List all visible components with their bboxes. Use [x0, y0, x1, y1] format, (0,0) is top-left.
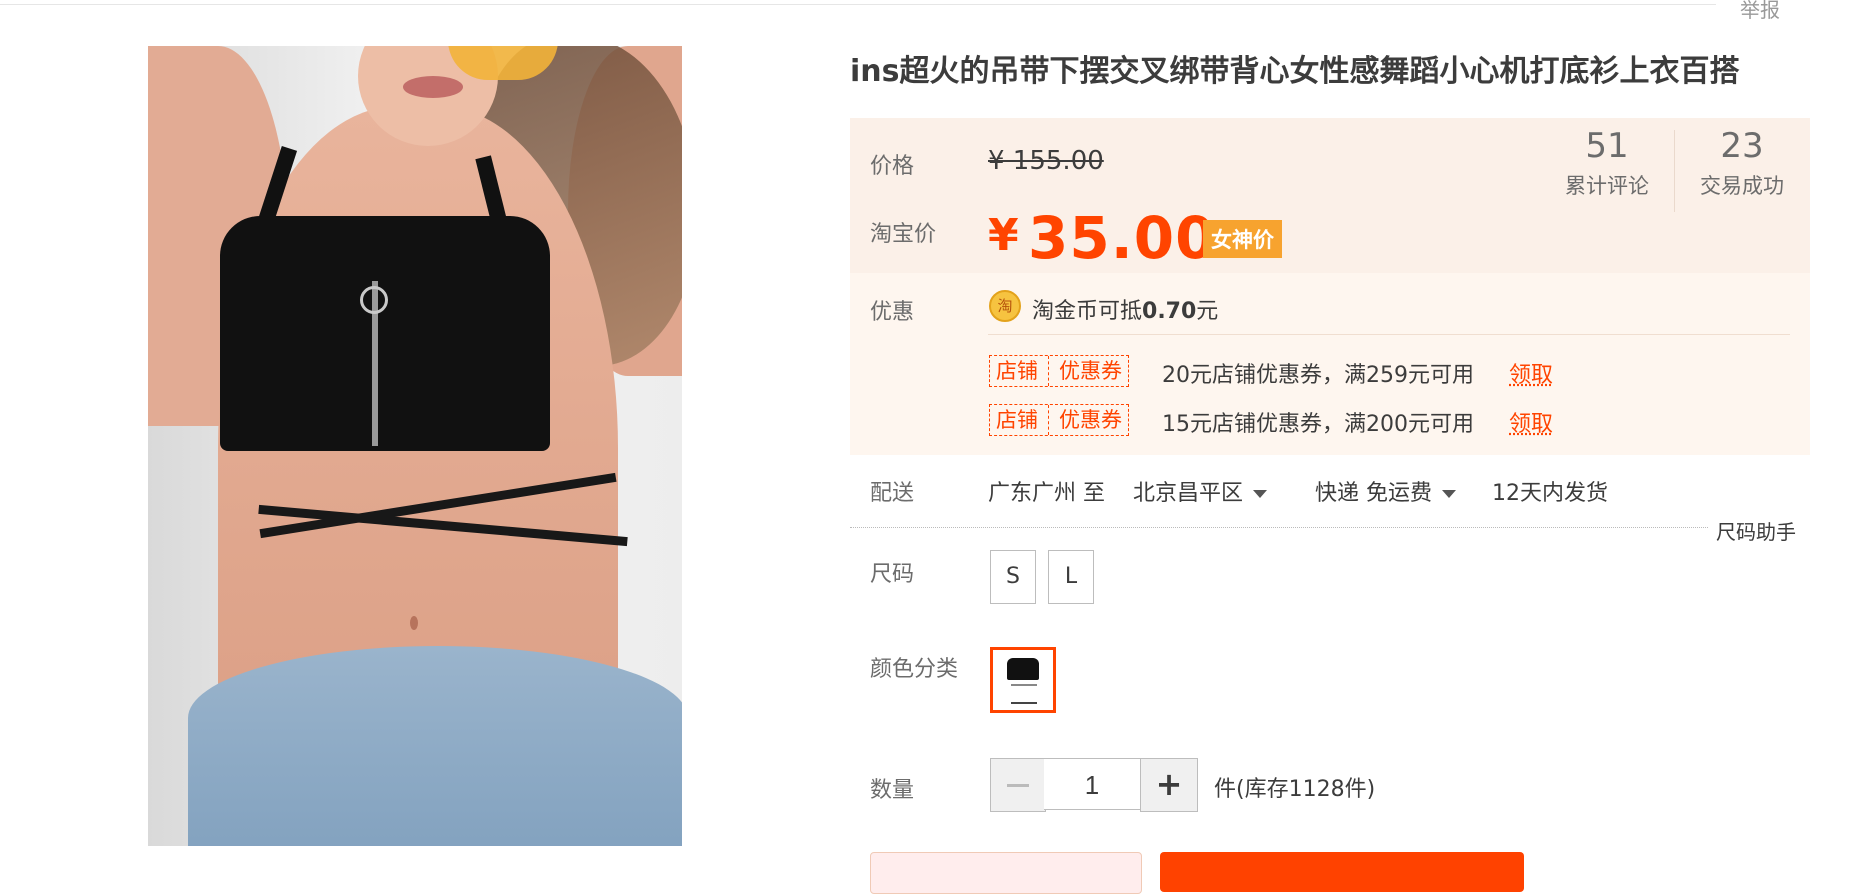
coupon-1-description: 20元店铺优惠券，满259元可用 [1162, 363, 1474, 388]
coupon-tag-store: 店铺 [996, 359, 1038, 383]
photo-denim-shorts [188, 646, 682, 846]
claim-coupon-2-link[interactable]: 领取 [1509, 406, 1553, 438]
swatch-thumbnail-straps [1011, 684, 1037, 704]
coupon-tag-type: 优惠券 [1059, 408, 1122, 432]
product-main-image[interactable] [148, 46, 682, 846]
color-label: 颜色分类 [870, 657, 959, 682]
size-label: 尺码 [870, 562, 915, 587]
coin-amount: 0.70 [1142, 299, 1197, 324]
shipping-label: 配送 [870, 481, 915, 506]
promo-divider [988, 334, 1790, 335]
stat-reviews[interactable]: 51 累计评论 [1547, 126, 1667, 200]
quantity-decrease-button[interactable] [990, 758, 1046, 812]
coupon-tag-divider [1048, 356, 1049, 386]
dotted-divider [850, 527, 1708, 528]
shipping-method-text: 快递 免运费 [1315, 481, 1432, 506]
price-badge: 女神价 [1203, 220, 1282, 258]
coupon-tag-1: 店铺 优惠券 [989, 355, 1129, 387]
coin-text-prefix: 淘金币可抵 [1032, 299, 1143, 324]
taobao-price-label: 淘宝价 [870, 222, 937, 247]
shipping-eta: 12天内发货 [1492, 481, 1608, 506]
product-title: ins超火的吊带下摆交叉绑带背心女性感舞蹈小心机打底衫上衣百搭 [850, 54, 1740, 89]
stat-transactions-number: 23 [1720, 126, 1764, 166]
original-price: ¥ 155.00 [988, 146, 1104, 176]
claim-coupon-1-link[interactable]: 领取 [1509, 357, 1553, 389]
shipping-to-word: 至 [1083, 481, 1106, 506]
color-swatch-selected[interactable] [990, 647, 1056, 713]
quantity-label: 数量 [870, 778, 915, 803]
photo-crop-top [220, 216, 550, 451]
stat-divider [1674, 130, 1675, 212]
coupon-tag-store: 店铺 [996, 408, 1038, 432]
taobao-coin-icon: 淘 [989, 290, 1021, 322]
size-helper-link[interactable]: 尺码助手 [1716, 516, 1796, 545]
report-link[interactable]: 举报 [1740, 0, 1780, 23]
current-price: 35.00 [1028, 204, 1217, 272]
stat-transactions-label: 交易成功 [1700, 174, 1784, 198]
shipping-origin: 广东广州 至 [988, 475, 1105, 507]
size-option-l[interactable]: L [1048, 550, 1094, 604]
coupon-tag-divider [1048, 405, 1049, 435]
shipping-method-selector[interactable]: 快递 免运费 [1315, 475, 1456, 507]
quantity-input[interactable]: 1 [1044, 758, 1140, 810]
photo-navel [410, 616, 418, 630]
destination-selector[interactable]: 北京昌平区 [1133, 475, 1268, 507]
photo-zipper-ring [360, 286, 388, 314]
top-divider [0, 4, 1716, 5]
promo-label: 优惠 [870, 300, 915, 325]
stock-info: 件(库存1128件) [1214, 777, 1376, 802]
stat-reviews-label: 累计评论 [1565, 174, 1649, 198]
buy-now-button[interactable] [870, 852, 1142, 894]
destination-text: 北京昌平区 [1133, 481, 1244, 506]
coin-text-suffix: 元 [1196, 299, 1219, 324]
currency-symbol: ¥ [988, 210, 1019, 261]
add-to-cart-button[interactable] [1160, 852, 1524, 892]
quantity-increase-button[interactable]: + [1140, 758, 1198, 812]
price-label: 价格 [870, 154, 915, 179]
stat-reviews-number: 51 [1585, 126, 1629, 166]
photo-lips [403, 76, 463, 98]
coin-discount-text: 淘金币可抵0.70元 [1032, 293, 1218, 325]
stat-transactions[interactable]: 23 交易成功 [1682, 126, 1802, 200]
swatch-thumbnail-top [1007, 658, 1039, 680]
coupon-2-description: 15元店铺优惠券，满200元可用 [1162, 412, 1474, 437]
coupon-tag-type: 优惠券 [1059, 359, 1122, 383]
coupon-tag-2: 店铺 优惠券 [989, 404, 1129, 436]
shipping-from: 广东广州 [988, 481, 1077, 506]
chevron-down-icon [1442, 490, 1456, 498]
chevron-down-icon [1253, 490, 1268, 498]
size-option-s[interactable]: S [990, 550, 1036, 604]
